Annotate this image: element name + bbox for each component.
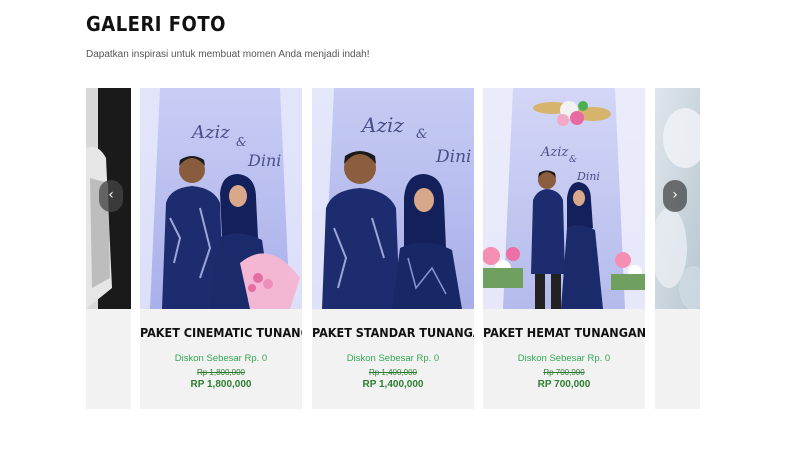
- package-info: PAKET HEMAT TUNANGAN Diskon Sebesar Rp. …: [483, 309, 645, 409]
- package-info: PAKET STANDAR TUNANGAN Diskon Sebesar Rp…: [312, 309, 474, 409]
- package-old-price: Rp 700,000: [543, 368, 585, 377]
- package-name[interactable]: PAKET STANDAR TUNANGAN: [312, 325, 474, 340]
- package-name[interactable]: PAKET HEMAT TUNANGAN: [483, 325, 645, 340]
- carousel-prev-button[interactable]: ‹: [99, 180, 123, 212]
- package-price: RP 1,800,000: [190, 379, 252, 390]
- package-price: RP 1,400,000: [362, 379, 424, 390]
- chevron-right-icon: ›: [672, 187, 678, 203]
- gallery-card-partial-left[interactable]: [86, 88, 131, 409]
- gallery-card-partial-right[interactable]: [655, 88, 700, 409]
- package-discount: Diskon Sebesar Rp. 0: [346, 353, 440, 364]
- gallery-title: GALERI FOTO: [86, 12, 226, 36]
- svg-text:Dini: Dini: [435, 147, 471, 167]
- package-price: RP 700,000: [537, 379, 591, 390]
- gallery-subtitle: Dapatkan inspirasi untuk membuat momen A…: [86, 49, 370, 60]
- package-card-standar[interactable]: Aziz & Dini PAKET STANDAR TUNANGAN Disko…: [312, 88, 474, 409]
- package-discount: Diskon Sebesar Rp. 0: [517, 353, 611, 364]
- gallery-photo: Aziz & Dini: [140, 88, 302, 309]
- svg-text:Aziz: Aziz: [360, 113, 404, 137]
- package-discount: Diskon Sebesar Rp. 0: [174, 353, 268, 364]
- svg-text:Aziz: Aziz: [190, 122, 230, 143]
- svg-text:Dini: Dini: [576, 170, 600, 183]
- package-card-cinematic[interactable]: Aziz & Dini PAKET CINEMATIC TUNANGA: [140, 88, 302, 409]
- gallery-photo: Aziz & Dini: [312, 88, 474, 309]
- chevron-left-icon: ‹: [108, 187, 114, 203]
- svg-text:&: &: [569, 155, 577, 165]
- gallery-carousel: Aziz & Dini PAKET CINEMATIC TUNANGA: [0, 88, 800, 410]
- package-old-price: Rp 1,800,000: [196, 368, 246, 377]
- package-info: PAKET CINEMATIC TUNANGAN Diskon Sebesar …: [140, 309, 302, 409]
- svg-text:&: &: [236, 135, 247, 149]
- carousel-next-button[interactable]: ›: [663, 180, 687, 212]
- package-old-price: Rp 1,400,000: [368, 368, 418, 377]
- gallery-photo: Aziz & Dini: [483, 88, 645, 309]
- svg-text:Aziz: Aziz: [540, 145, 568, 160]
- svg-text:Dini: Dini: [247, 151, 281, 170]
- svg-text:&: &: [416, 127, 428, 142]
- package-card-hemat[interactable]: Aziz & Dini PAKET HEMAT TUNANGAN Diskon …: [483, 88, 645, 409]
- package-name[interactable]: PAKET CINEMATIC TUNANGAN: [140, 325, 302, 340]
